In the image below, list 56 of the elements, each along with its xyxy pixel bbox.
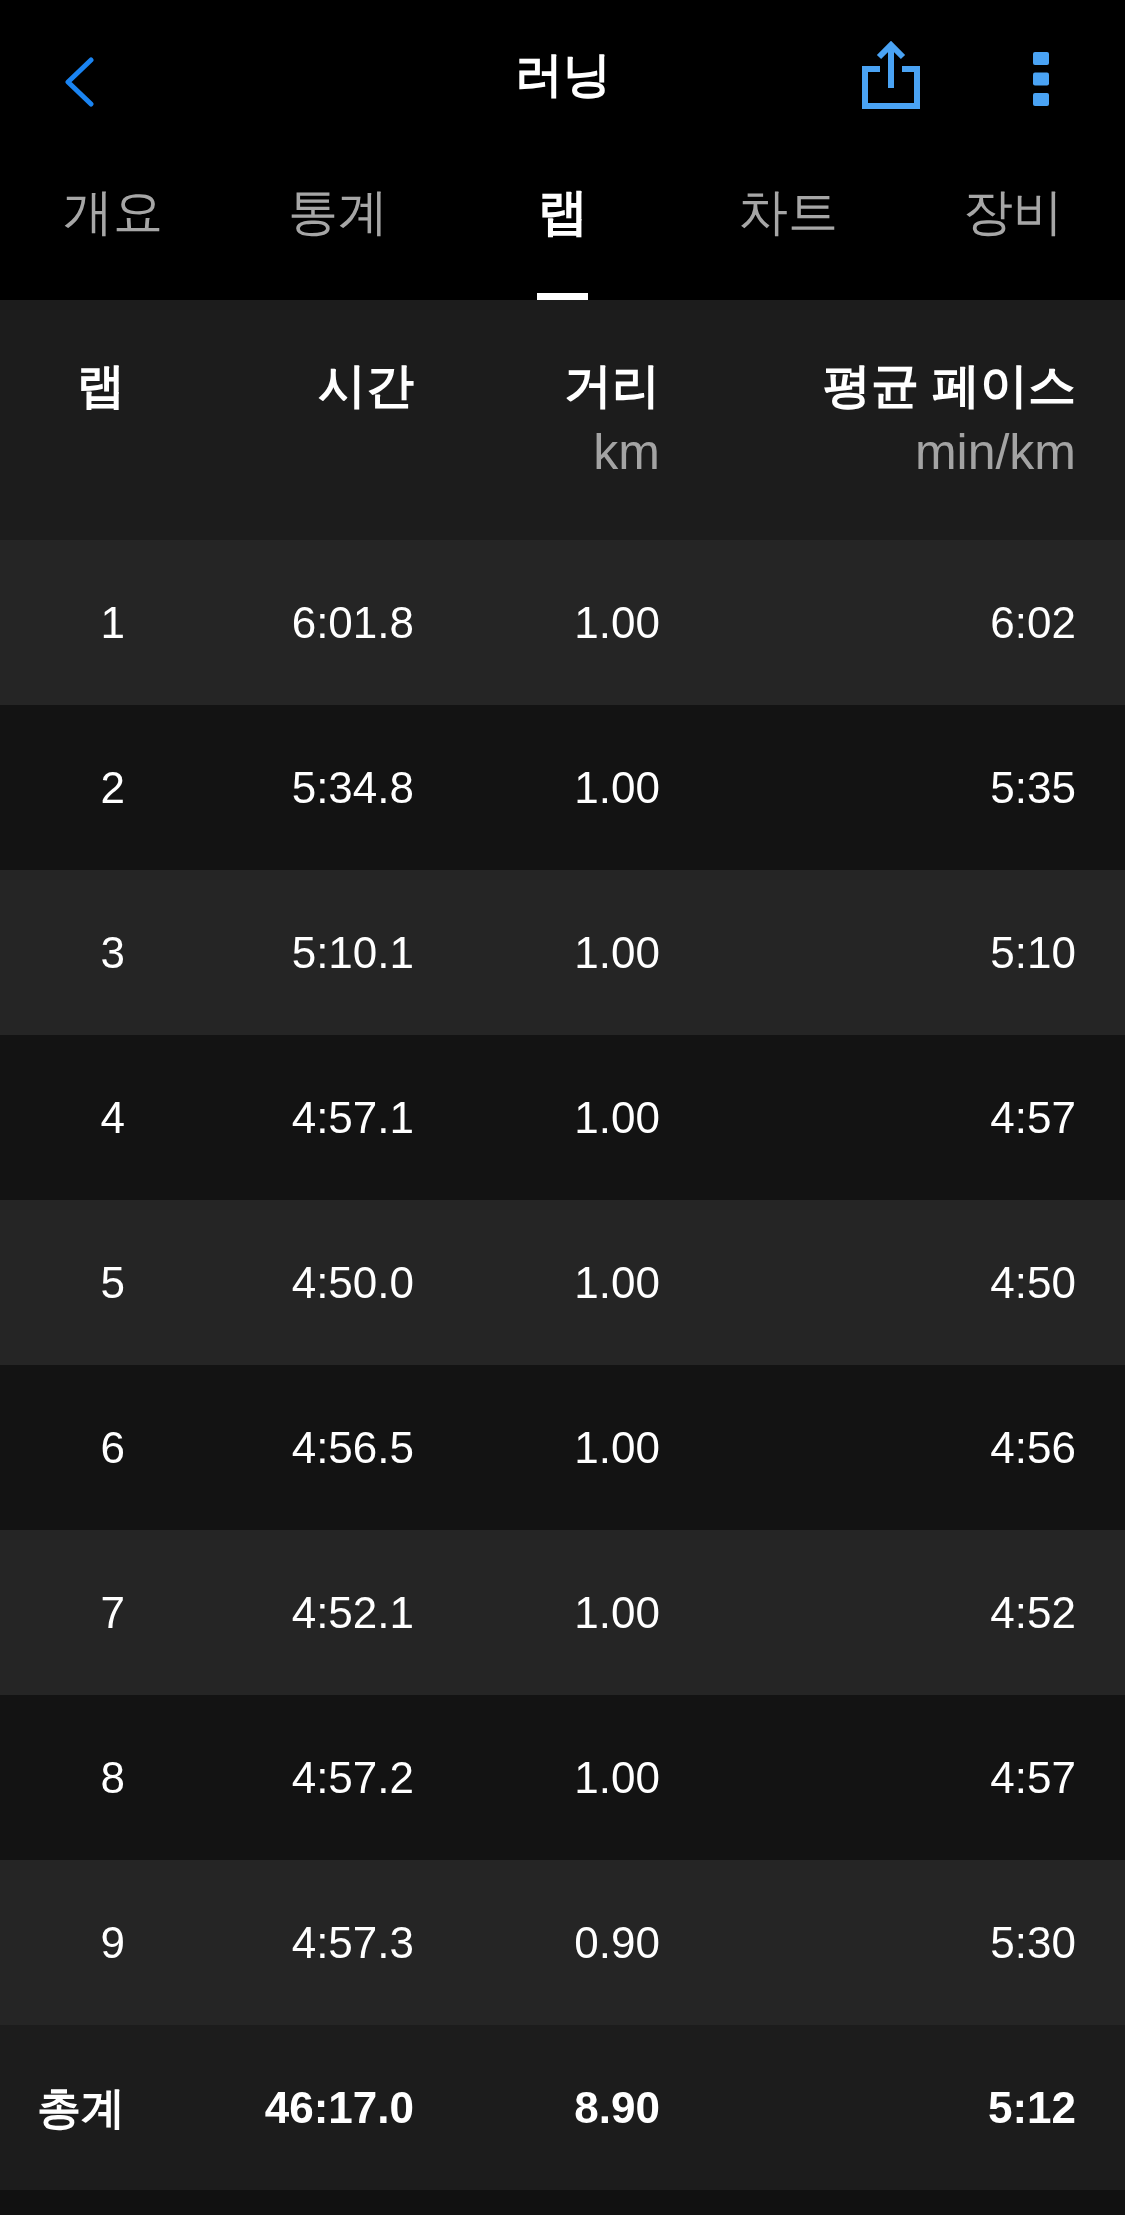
more-options-icon[interactable] bbox=[1033, 52, 1049, 106]
table-cell-text: 3 bbox=[99, 930, 125, 975]
table-cell-text: 9 bbox=[99, 1920, 125, 1965]
table-cell-text: 5 bbox=[99, 1260, 125, 1305]
column-header: 거리 bbox=[564, 358, 660, 414]
table-cell-text: 4:52 bbox=[989, 1590, 1076, 1635]
share-icon[interactable] bbox=[862, 41, 920, 109]
total-cell-text: 5:12 bbox=[986, 2085, 1076, 2130]
table-cell-text: 0.90 bbox=[573, 1920, 660, 1965]
tab[interactable]: 차트 bbox=[675, 150, 900, 300]
table-cell-text: 4:57.3 bbox=[290, 1920, 414, 1965]
total-cell-text: 46:17.0 bbox=[263, 2085, 414, 2130]
table-cell-text: 1.00 bbox=[573, 1755, 660, 1800]
table-cell-text: 6:01.8 bbox=[290, 600, 414, 645]
table-cell-text: 1.00 bbox=[573, 930, 660, 975]
tab[interactable]: 장비 bbox=[900, 150, 1125, 300]
table-cell-text: 4:57.2 bbox=[290, 1755, 414, 1800]
column-header: 랩 bbox=[77, 358, 125, 414]
table-cell-text: 4:57.1 bbox=[290, 1095, 414, 1140]
table-cell-text: 4:52.1 bbox=[290, 1590, 414, 1635]
back-chevron-icon[interactable] bbox=[64, 57, 94, 107]
table-cell-text: 4 bbox=[99, 1095, 125, 1140]
table-cell-text: 1.00 bbox=[573, 1260, 660, 1305]
table-cell-text: 5:35 bbox=[989, 765, 1076, 810]
table-cell-text: 4:56.5 bbox=[290, 1425, 414, 1470]
table-cell-text: 1.00 bbox=[573, 1095, 660, 1140]
total-cell-text: 8.90 bbox=[573, 2085, 660, 2130]
table-cell-text: 1.00 bbox=[573, 765, 660, 810]
total-cell-text: 총계 bbox=[36, 2085, 125, 2130]
table-cell-text: 4:50.0 bbox=[290, 1260, 414, 1305]
column-header: 시간 bbox=[318, 358, 414, 414]
column-unit: km bbox=[593, 423, 660, 482]
table-cell-text: 1.00 bbox=[573, 600, 660, 645]
table-cell-text: 5:10 bbox=[989, 930, 1076, 975]
table-cell-text: 2 bbox=[99, 765, 125, 810]
table-cell-text: 8 bbox=[99, 1755, 125, 1800]
tab[interactable]: 랩 bbox=[450, 150, 675, 300]
screen-title: 러닝 bbox=[514, 51, 611, 99]
tab[interactable]: 통계 bbox=[225, 150, 450, 300]
tab-underline bbox=[537, 293, 588, 300]
column-unit: min/km bbox=[914, 423, 1076, 482]
table-cell-text: 4:50 bbox=[989, 1260, 1076, 1305]
table-cell-text: 5:30 bbox=[989, 1920, 1076, 1965]
tab[interactable]: 개요 bbox=[0, 150, 225, 300]
table-cell-text: 5:10.1 bbox=[290, 930, 414, 975]
table-cell-text: 1.00 bbox=[573, 1425, 660, 1470]
table-cell-text: 1.00 bbox=[573, 1590, 660, 1635]
table-cell-text: 6:02 bbox=[989, 600, 1076, 645]
table-cell-text: 5:34.8 bbox=[290, 765, 414, 810]
table-cell-text: 4:56 bbox=[989, 1425, 1076, 1470]
table-cell-text: 6 bbox=[99, 1425, 125, 1470]
table-cell-text: 4:57 bbox=[989, 1755, 1076, 1800]
table-cell-text: 4:57 bbox=[989, 1095, 1076, 1140]
table-cell-text: 7 bbox=[99, 1590, 125, 1635]
column-header: 평균 페이스 bbox=[822, 358, 1076, 414]
table-cell-text: 1 bbox=[99, 600, 125, 645]
